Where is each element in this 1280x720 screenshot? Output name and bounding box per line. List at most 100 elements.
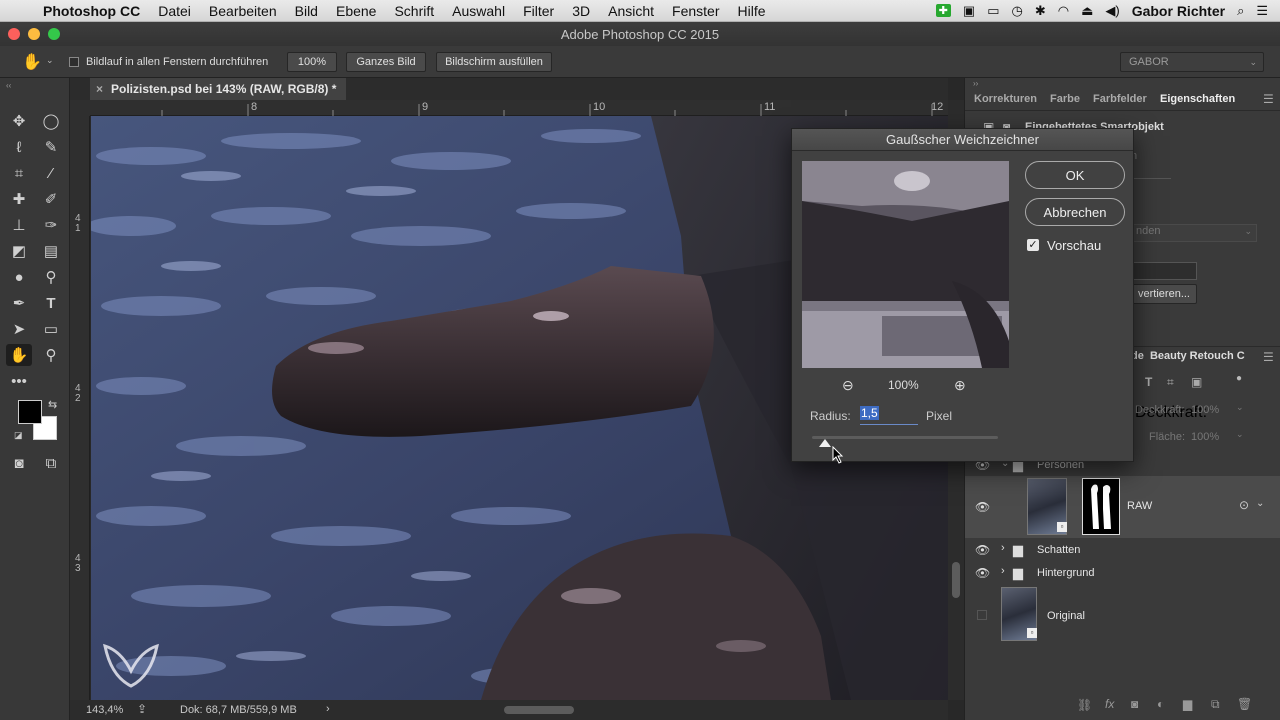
menu-fenster[interactable]: Fenster <box>663 3 728 19</box>
screen-mode-icon[interactable]: ⧉ <box>38 452 64 474</box>
ruler-origin[interactable] <box>70 100 90 116</box>
zoom-window-icon[interactable] <box>48 28 60 40</box>
swap-colors-icon[interactable]: ⇆ <box>48 398 57 411</box>
menu-bearbeiten[interactable]: Bearbeiten <box>200 3 286 19</box>
radius-slider-track[interactable] <box>812 436 998 439</box>
radius-slider-thumb[interactable] <box>819 439 832 447</box>
zoom-100-button[interactable]: 100% <box>287 52 337 72</box>
tab-farbfelder[interactable]: Farbfelder <box>1093 93 1147 105</box>
more-tools-icon[interactable]: ••• <box>6 370 32 392</box>
layer-mask-thumbnail[interactable] <box>1082 478 1120 535</box>
volume-icon[interactable]: ◀) <box>1105 3 1119 19</box>
chevron-right-icon[interactable]: › <box>1001 542 1005 554</box>
marquee-tool-icon[interactable]: ◯ <box>38 110 64 132</box>
menu-hilfe[interactable]: Hilfe <box>729 3 775 19</box>
radius-input[interactable]: 1,5 <box>860 406 918 425</box>
panel-menu-icon[interactable]: ☰ <box>1263 350 1274 364</box>
lasso-tool-icon[interactable]: ℓ <box>6 136 32 158</box>
zoom-in-icon[interactable]: ⊕ <box>954 377 966 394</box>
scroll-all-windows-checkbox[interactable] <box>69 57 79 67</box>
cancel-button[interactable]: Abbrechen <box>1025 198 1125 226</box>
visibility-off-box[interactable] <box>977 610 987 620</box>
preview-checkbox[interactable]: ✓ <box>1027 239 1039 251</box>
default-colors-icon[interactable]: ◪ <box>14 430 23 441</box>
opacity-value[interactable]: 100% <box>1191 404 1219 416</box>
menu-filter[interactable]: Filter <box>514 3 563 19</box>
adjustment-layer-icon[interactable]: ◐ <box>1157 697 1164 711</box>
ok-button[interactable]: OK <box>1025 161 1125 189</box>
link-layers-icon[interactable]: ⛓ <box>1077 698 1092 712</box>
path-selection-tool-icon[interactable]: ➤ <box>6 318 32 340</box>
quick-mask-icon[interactable]: ◙ <box>6 452 32 474</box>
blur-tool-icon[interactable]: ● <box>6 266 32 288</box>
add-mask-icon[interactable]: ◙ <box>1131 697 1138 711</box>
tab-korrekturen[interactable]: Korrekturen <box>974 93 1037 105</box>
menu-ebene[interactable]: Ebene <box>327 3 385 19</box>
convert-button[interactable]: vertieren... <box>1131 284 1197 304</box>
layers-panel-tabs[interactable]: de Beauty Retouch C <box>1131 350 1245 362</box>
menu-bild[interactable]: Bild <box>286 3 327 19</box>
clone-stamp-tool-icon[interactable]: ⊥ <box>6 214 32 236</box>
horizontal-scrollbar-thumb[interactable] <box>504 706 574 714</box>
user-name[interactable]: Gabor Richter <box>1132 3 1225 19</box>
spotlight-icon[interactable]: ⌕ <box>1237 3 1244 19</box>
filter-preview[interactable] <box>802 161 1009 368</box>
layer-group-schatten[interactable]: 👁 › ▆ Schatten <box>965 539 1280 561</box>
messages-icon[interactable]: ▣ <box>963 3 975 19</box>
panel-menu-icon[interactable]: ☰ <box>1263 92 1274 106</box>
eraser-tool-icon[interactable]: ◩ <box>6 240 32 262</box>
eye-icon[interactable]: 👁 <box>975 500 990 514</box>
chevron-right-icon[interactable]: › <box>1001 565 1005 577</box>
workspace-select[interactable]: GABOR ⌄ <box>1120 52 1264 72</box>
hand-tool-icon[interactable]: ✋ <box>6 344 32 366</box>
minimize-window-icon[interactable] <box>28 28 40 40</box>
close-tab-icon[interactable]: × <box>96 82 103 96</box>
filter-toggle-icon[interactable]: ● <box>1236 373 1242 384</box>
menu-3d[interactable]: 3D <box>563 3 599 19</box>
zoom-level[interactable]: 143,4% <box>86 704 123 716</box>
type-tool-icon[interactable]: T <box>38 292 64 314</box>
menu-photoshop[interactable]: Photoshop CC <box>34 3 149 19</box>
gradient-tool-icon[interactable]: ▤ <box>38 240 64 262</box>
rectangle-tool-icon[interactable]: ▭ <box>38 318 64 340</box>
chevron-down-icon[interactable]: ⌄ <box>1236 402 1244 413</box>
brush-tool-icon[interactable]: ✐ <box>38 188 64 210</box>
close-window-icon[interactable] <box>8 28 20 40</box>
eject-icon[interactable]: ⏏ <box>1081 3 1093 19</box>
bluetooth-icon[interactable]: ✱ <box>1035 3 1046 19</box>
eyedropper-tool-icon[interactable]: ⁄ <box>38 162 64 184</box>
share-icon[interactable]: ⇪ <box>137 702 147 716</box>
dodge-tool-icon[interactable]: ⚲ <box>38 266 64 288</box>
eye-icon[interactable]: 👁 <box>975 543 990 557</box>
display-icon[interactable]: ▭ <box>987 3 999 19</box>
hand-tool-preset-icon[interactable]: ✋ <box>22 52 42 72</box>
menu-datei[interactable]: Datei <box>149 3 200 19</box>
evernote-icon[interactable]: ✚ <box>935 4 951 17</box>
menu-auswahl[interactable]: Auswahl <box>443 3 514 19</box>
new-group-icon[interactable]: ▆ <box>1183 697 1192 711</box>
type-layer-filter-icon[interactable]: T <box>1145 375 1152 389</box>
document-tab[interactable]: × Polizisten.psd bei 143% (RAW, RGB/8) * <box>90 78 347 100</box>
smartobject-filter-icon[interactable]: ▣ <box>1191 375 1202 389</box>
layer-raw[interactable]: 👁 ▫ RAW ⊙ ⌄ <box>965 476 1280 538</box>
foreground-color-swatch-front[interactable] <box>18 400 42 424</box>
shape-layer-filter-icon[interactable]: ⌗ <box>1167 375 1174 390</box>
delete-layer-icon[interactable]: 🗑 <box>1237 697 1252 711</box>
pen-tool-icon[interactable]: ✒ <box>6 292 32 314</box>
timemachine-icon[interactable]: ◷ <box>1011 3 1022 19</box>
chevron-right-icon[interactable]: › <box>326 703 330 715</box>
crop-tool-icon[interactable]: ⌗ <box>6 162 32 184</box>
dialog-titlebar[interactable]: Gaußscher Weichzeichner <box>792 129 1133 151</box>
wifi-icon[interactable]: ◠ <box>1058 3 1069 19</box>
fit-screen-button[interactable]: Ganzes Bild <box>346 52 426 72</box>
quick-selection-tool-icon[interactable]: ✎ <box>38 136 64 158</box>
layer-comp-select[interactable]: nden ⌄ <box>1131 224 1257 242</box>
zoom-out-icon[interactable]: ⊖ <box>842 377 854 394</box>
fx-icon[interactable]: fx <box>1105 697 1114 711</box>
healing-brush-tool-icon[interactable]: ✚ <box>6 188 32 210</box>
chevron-down-icon[interactable]: ⌄ <box>1256 498 1264 509</box>
chevron-down-icon[interactable]: ⌄ <box>1236 429 1244 440</box>
menu-ansicht[interactable]: Ansicht <box>599 3 663 19</box>
eye-icon[interactable]: 👁 <box>975 566 990 580</box>
tab-farbe[interactable]: Farbe <box>1050 93 1080 105</box>
